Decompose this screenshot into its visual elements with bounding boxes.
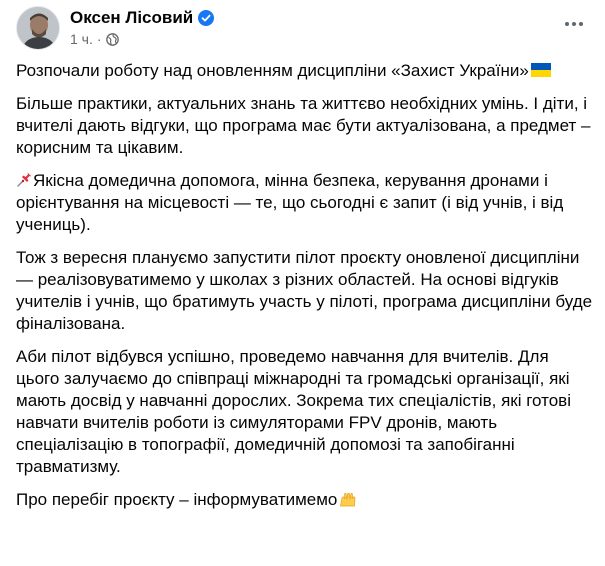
verified-badge-icon <box>198 10 215 26</box>
globe-icon[interactable] <box>105 33 119 46</box>
more-dot <box>565 22 569 26</box>
author-name-row: Оксен Лісовий <box>70 8 215 28</box>
more-options-button[interactable] <box>556 9 592 39</box>
author-meta: Оксен Лісовий 1 ч. · <box>70 8 215 48</box>
post-paragraph-5: Аби пілот відбувся успішно, проведемо на… <box>16 347 571 476</box>
post-paragraph-4: Тож з вересня плануємо запустити пілот п… <box>16 248 593 333</box>
separator-dot: · <box>96 31 102 47</box>
author-avatar[interactable] <box>16 6 60 50</box>
post-paragraph-3: Якісна домедична допомога, мінна безпека… <box>16 170 596 236</box>
ukraine-flag-icon <box>530 61 551 77</box>
paragraph-text: Розпочали роботу над оновленням дисциплі… <box>16 61 529 80</box>
post-time-row: 1 ч. · <box>70 31 214 48</box>
raising-hands-icon <box>339 491 356 507</box>
paragraph-text: Про перебіг проєкту – інформуватимемо <box>16 490 338 509</box>
more-dot <box>579 22 583 26</box>
post-paragraph-2: Більше практики, актуальних знань та жит… <box>16 94 591 157</box>
pushpin-icon <box>16 172 32 188</box>
post-paragraph-1: Розпочали роботу над оновленням дисциплі… <box>16 60 596 82</box>
post-timestamp[interactable]: 1 ч. <box>70 31 93 48</box>
post-body: Розпочали роботу над оновленням дисциплі… <box>16 60 596 522</box>
more-dot <box>572 22 576 26</box>
post-card: Оксен Лісовий 1 ч. · Розпочали роботу на… <box>0 0 605 566</box>
post-paragraph-6: Про перебіг проєкту – інформуватимемо <box>16 489 596 511</box>
post-header: Оксен Лісовий 1 ч. · <box>16 6 215 50</box>
paragraph-text: Якісна домедична допомога, мінна безпека… <box>16 171 564 234</box>
avatar-image <box>17 7 59 49</box>
author-name[interactable]: Оксен Лісовий <box>70 8 193 28</box>
